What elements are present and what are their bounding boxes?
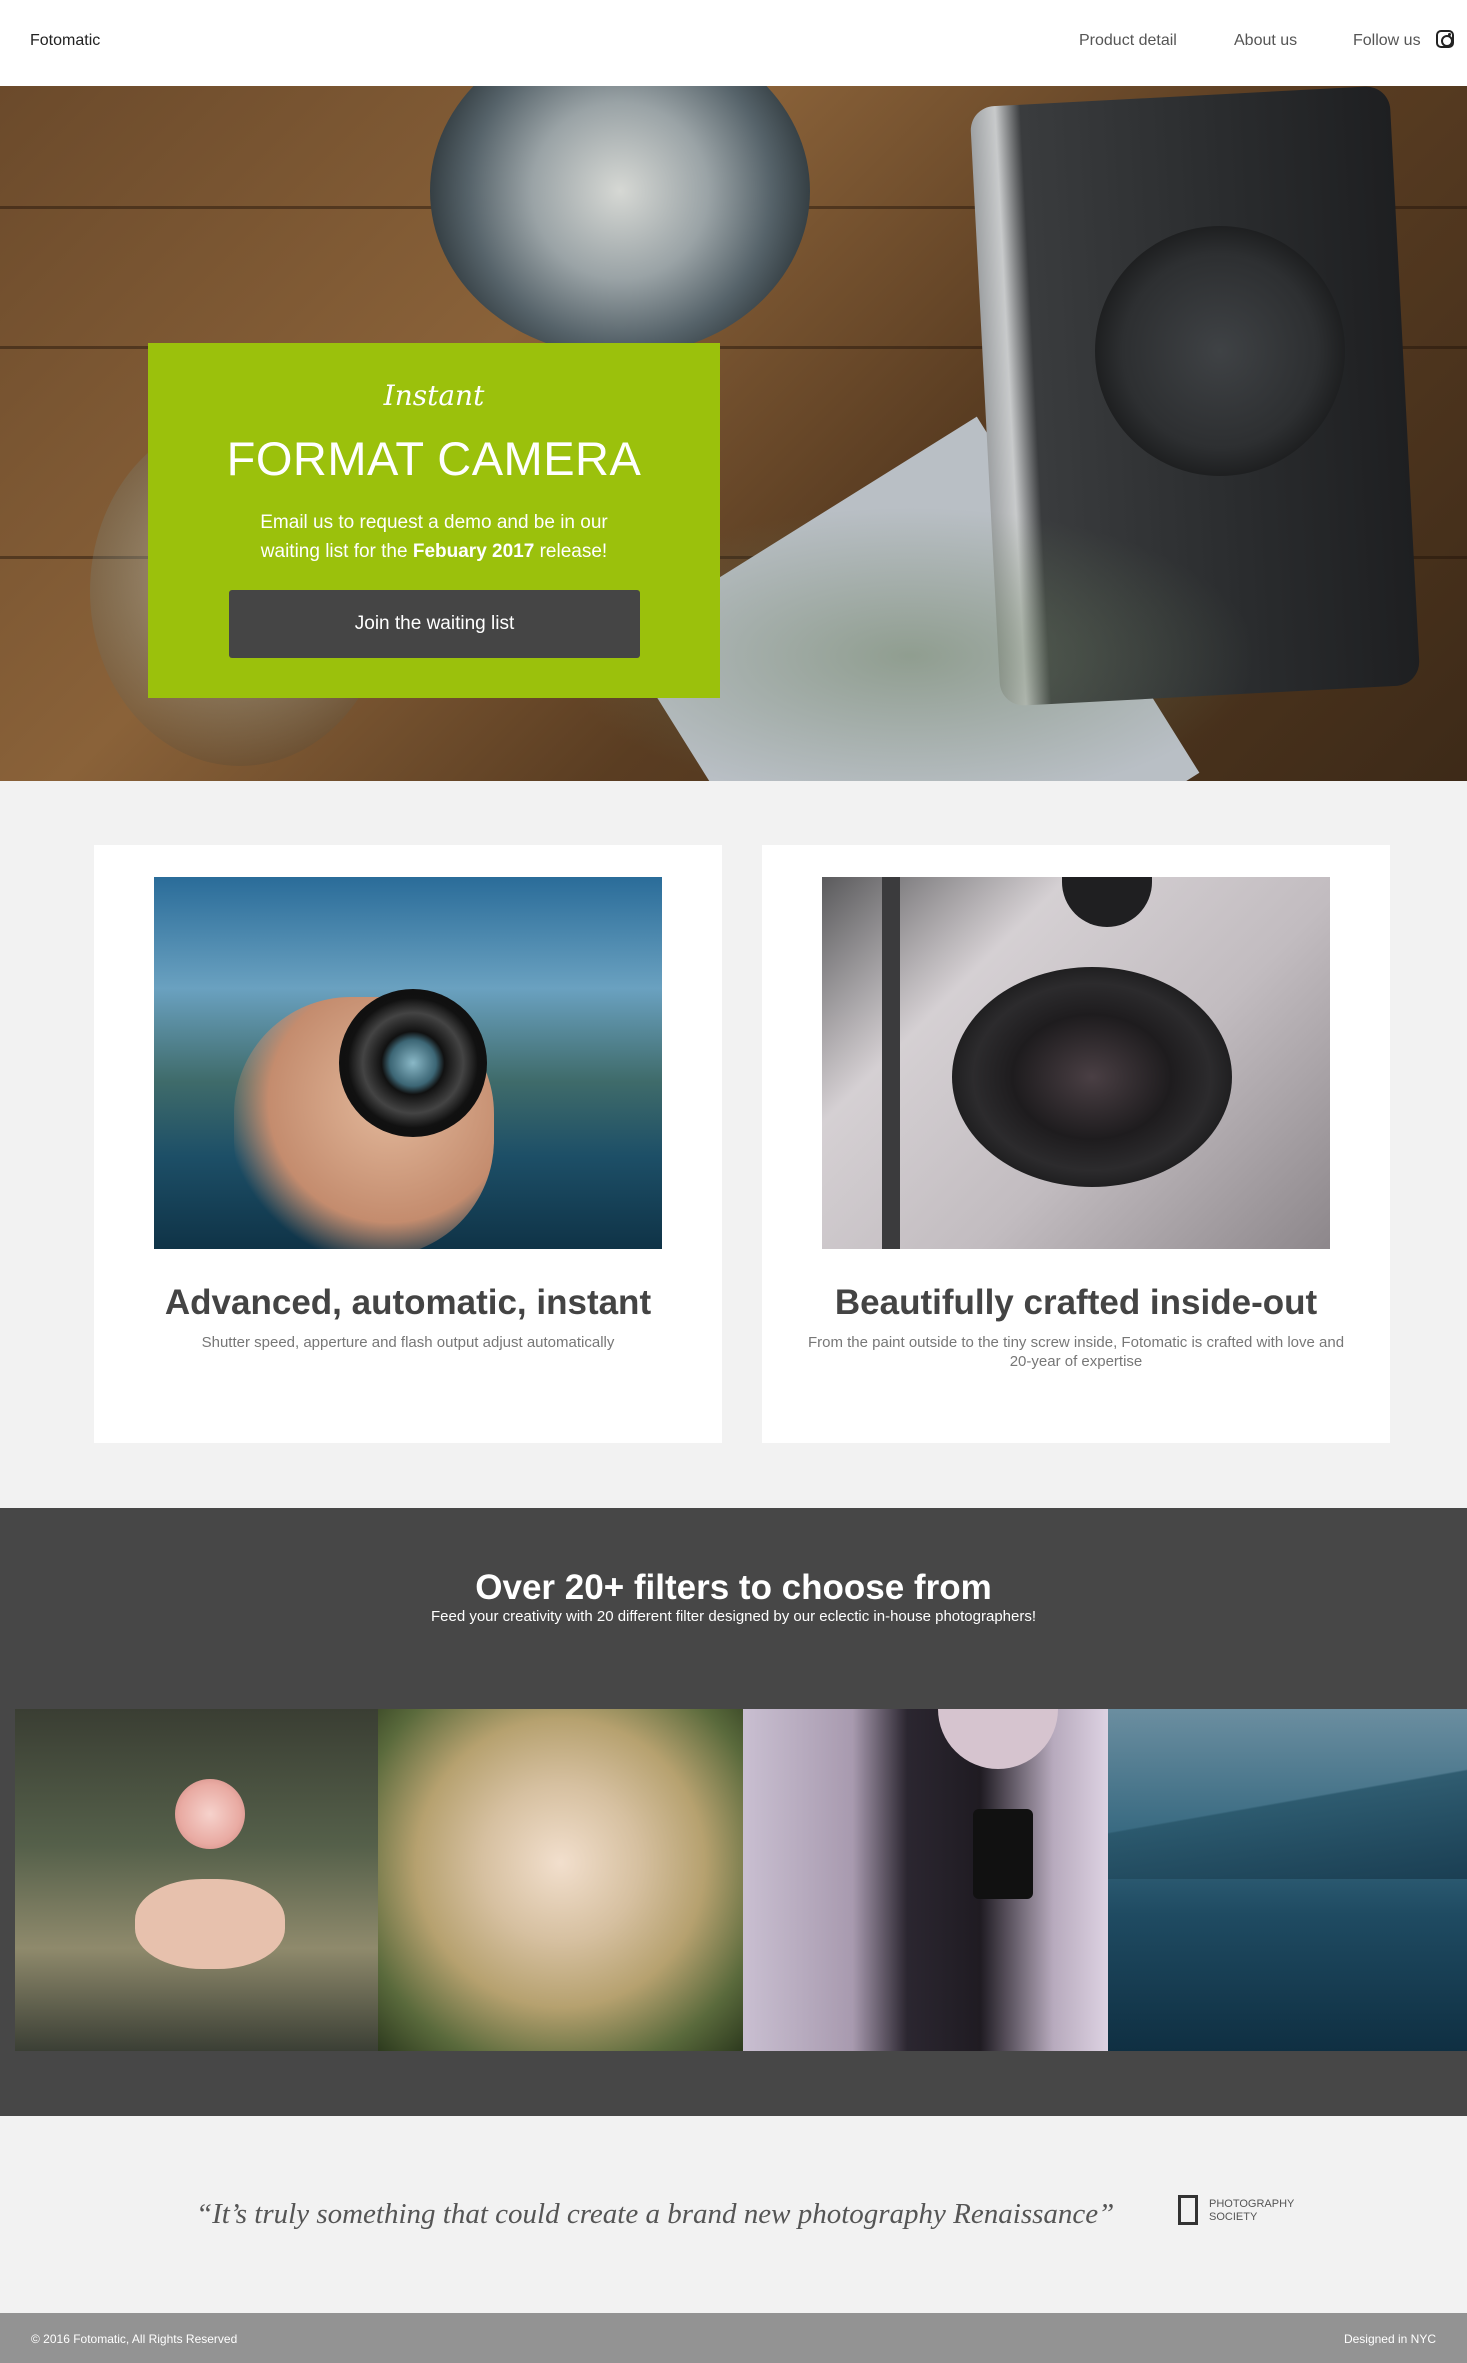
join-waiting-list-button[interactable]: Join the waiting list [229,590,640,658]
feature-text: Shutter speed, apperture and flash outpu… [201,1334,615,1351]
face-shape [938,1709,1058,1769]
instagram-icon[interactable] [1436,30,1454,48]
hero-banner: Instant FORMAT CAMERA Email us to reques… [0,86,1467,781]
gallery-image-photographer[interactable] [743,1709,1108,2051]
hero-camera-lens-image [1095,226,1345,476]
camera-lens-shape [952,967,1232,1187]
designed-in-text: Designed in NYC [1343,2332,1436,2346]
hands-shape [135,1879,285,1969]
gallery-image-flower[interactable] [15,1709,378,2051]
feature-card-automatic: Advanced, automatic, instant Shutter spe… [94,845,722,1443]
testimonial-section: “It’s truly something that could create … [0,2116,1467,2313]
feature-image-lens-in-hand [154,877,662,1249]
hero-description: Email us to request a demo and be in our… [238,508,630,566]
filters-subtitle: Feed your creativity with 20 different f… [430,1608,1037,1625]
filters-section: Over 20+ filters to choose from Feed you… [0,1508,1467,2116]
photography-society-logo-icon [1178,2195,1198,2225]
gallery-image-mountains[interactable] [1108,1709,1467,2051]
feature-title: Advanced, automatic, instant [164,1283,652,1322]
source-line-2: SOCIETY [1209,2211,1258,2223]
hero-card: Instant FORMAT CAMERA Email us to reques… [148,343,720,698]
camera-edge-shape [882,877,900,1249]
feature-image-camera-closeup [822,877,1330,1249]
nav-link-about-us[interactable]: About us [1234,32,1297,50]
hero-text-after: release! [534,541,608,562]
feature-card-crafted: Beautifully crafted inside-out From the … [762,845,1390,1443]
feature-title: Beautifully crafted inside-out [834,1283,1318,1322]
nav-link-follow-us[interactable]: Follow us [1353,32,1421,50]
hero-release-date: Febuary 2017 [412,541,535,562]
brand-logo[interactable]: Fotomatic [30,32,100,50]
feature-text: From the paint outside to the tiny screw… [807,1334,1345,1370]
features-section: Advanced, automatic, instant Shutter spe… [0,781,1467,1508]
lens-ring-shape [339,989,487,1137]
camera-shape [973,1809,1033,1899]
camera-knob-shape [1062,877,1152,927]
filter-gallery [15,1709,1467,2051]
mountain-shape [1108,1759,1467,1879]
footer: © 2016 Fotomatic, All Rights Reserved De… [0,2313,1467,2363]
source-line-1: PHOTOGRAPHY [1209,2198,1295,2210]
top-nav: Fotomatic Product detail About us Follow… [0,0,1467,86]
testimonial-quote: “It’s truly something that could create … [196,2198,1115,2230]
hero-title: FORMAT CAMERA [226,432,642,485]
gallery-image-blossom[interactable] [378,1709,743,2051]
flower-shape [175,1779,245,1849]
hero-kicker: Instant [383,379,485,412]
testimonial-source: PHOTOGRAPHY SOCIETY [1209,2198,1294,2224]
nav-link-product-detail[interactable]: Product detail [1079,32,1177,50]
copyright-text: © 2016 Fotomatic, All Rights Reserved [31,2332,238,2346]
filters-title: Over 20+ filters to choose from [475,1568,992,1607]
hero-bowl-image [430,86,810,356]
